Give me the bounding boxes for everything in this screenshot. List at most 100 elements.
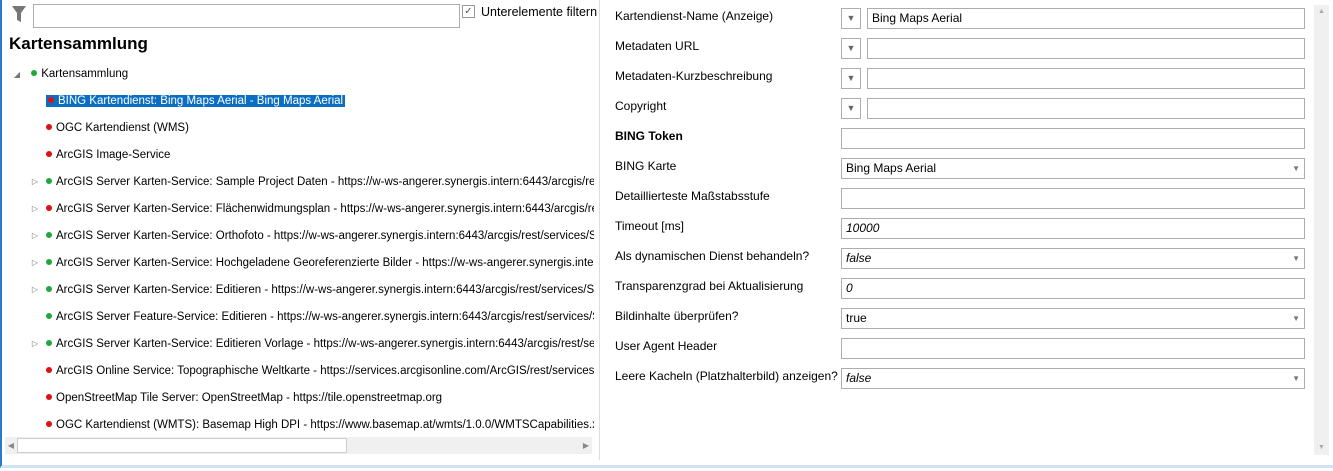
tree-item-label: ArcGIS Server Feature-Service: Editieren… (56, 311, 594, 323)
tree-item-label: ArcGIS Image-Service (56, 149, 171, 161)
property-select[interactable]: false ▼ (841, 368, 1305, 389)
status-dot-icon (46, 124, 52, 130)
chevron-down-icon[interactable]: ▼ (1292, 309, 1300, 328)
property-input[interactable] (867, 68, 1305, 89)
status-dot-icon (46, 286, 52, 292)
property-value: false (846, 371, 872, 385)
tree-item[interactable]: ArcGIS Server Feature-Service: Editieren… (46, 308, 594, 326)
property-value: Bing Maps Aerial (846, 161, 937, 175)
property-label: BING Karte (615, 159, 677, 173)
status-dot-icon (46, 151, 52, 157)
subfilter-checkbox[interactable]: ✓ (462, 5, 475, 18)
dropdown-button[interactable]: ▼ (841, 38, 861, 59)
dropdown-button[interactable]: ▼ (841, 98, 861, 119)
scroll-up-icon[interactable]: ▲ (1314, 5, 1329, 19)
expand-icon[interactable]: ▷ (30, 281, 40, 299)
property-input[interactable] (841, 338, 1305, 359)
expand-icon[interactable]: ▷ (30, 173, 40, 191)
tree-item-label: ArcGIS Server Karten-Service: Flächenwid… (56, 203, 594, 215)
tree-item-label: BING Kartendienst: Bing Maps Aerial - Bi… (58, 95, 344, 107)
status-dot-icon (46, 394, 52, 400)
scrollbar-thumb[interactable] (17, 438, 347, 453)
tree-item-label: ArcGIS Server Karten-Service: Hochgelade… (56, 257, 594, 269)
tree-item[interactable]: OpenStreetMap Tile Server: OpenStreetMap… (46, 389, 594, 407)
property-input[interactable] (841, 188, 1305, 209)
tree-item-label: ArcGIS Server Karten-Service: Editieren … (56, 284, 594, 296)
property-label: Detaillierteste Maßstabsstufe (615, 189, 770, 203)
chevron-down-icon[interactable]: ▼ (1292, 249, 1300, 268)
tree-item[interactable]: ArcGIS Image-Service (46, 146, 594, 164)
property-label: Metadaten-Kurzbeschreibung (615, 69, 773, 83)
scroll-left-icon[interactable]: ◀ (5, 437, 17, 454)
property-input[interactable]: 0 (841, 278, 1305, 299)
filter-input[interactable] (33, 4, 460, 28)
tree-item-label: OGC Kartendienst (WMS) (56, 122, 189, 134)
tree-item[interactable]: ArcGIS Server Karten-Service: Editieren … (46, 281, 594, 299)
status-dot-icon (31, 70, 38, 76)
dropdown-button[interactable]: ▼ (841, 8, 861, 29)
property-input[interactable] (841, 128, 1305, 149)
property-label: User Agent Header (615, 339, 718, 353)
tree-item[interactable]: ArcGIS Server Karten-Service: Editieren … (46, 335, 594, 353)
status-dot-icon (46, 313, 52, 319)
property-select[interactable]: true ▼ (841, 308, 1305, 329)
dropdown-button[interactable]: ▼ (841, 68, 861, 89)
property-value: false (846, 251, 872, 265)
property-select[interactable]: Bing Maps Aerial ▼ (841, 158, 1305, 179)
status-dot-icon (46, 205, 52, 211)
property-label: Copyright (615, 99, 667, 113)
subfilter-label: Unterelemente filtern (481, 5, 598, 19)
property-label: BING Token (615, 129, 683, 143)
tree-item[interactable]: ArcGIS Online Service: Topographische We… (46, 362, 594, 380)
chevron-down-icon[interactable]: ▼ (1292, 159, 1300, 178)
status-dot-icon (46, 259, 52, 265)
vertical-scrollbar[interactable]: ▲ ▼ (1314, 5, 1329, 455)
expand-icon[interactable]: ▷ (30, 200, 40, 218)
tree-item[interactable]: BING Kartendienst: Bing Maps Aerial - Bi… (46, 92, 594, 110)
property-label: Transparenzgrad bei Aktualisierung (615, 279, 804, 293)
expand-icon[interactable]: ▷ (30, 254, 40, 272)
status-dot-icon (46, 367, 52, 373)
tree-item[interactable]: ArcGIS Server Karten-Service: Hochgelade… (46, 254, 594, 272)
property-input[interactable]: 10000 (841, 218, 1305, 239)
property-input[interactable] (867, 38, 1305, 59)
tree-item-label: ArcGIS Server Karten-Service: Sample Pro… (56, 176, 594, 188)
property-value: Bing Maps Aerial (872, 11, 963, 25)
expand-icon[interactable]: ▷ (30, 227, 40, 245)
status-dot-icon (48, 97, 54, 103)
tree-root-label: Kartensammlung (41, 68, 129, 80)
tree-item[interactable]: OGC Kartendienst (WMS) (46, 119, 594, 137)
scroll-down-icon[interactable]: ▼ (1314, 441, 1329, 455)
filter-icon[interactable] (11, 5, 27, 23)
panel-title: Kartensammlung (9, 34, 148, 53)
status-dot-icon (46, 232, 52, 238)
tree-item-label: OGC Kartendienst (WMTS): Basemap High DP… (56, 419, 594, 431)
property-label: Timeout [ms] (615, 219, 684, 233)
tree-root[interactable]: ◢ Kartensammlung (10, 65, 128, 83)
tree-item-label: ArcGIS Server Karten-Service: Editieren … (56, 338, 594, 350)
chevron-down-icon[interactable]: ▼ (1292, 369, 1300, 388)
status-dot-icon (46, 421, 52, 427)
status-dot-icon (46, 178, 52, 184)
collapse-icon[interactable]: ◢ (10, 66, 24, 84)
tree-item[interactable]: OGC Kartendienst (WMTS): Basemap High DP… (46, 416, 594, 434)
tree-item-label: ArcGIS Server Karten-Service: Orthofoto … (56, 230, 594, 242)
property-value: 10000 (846, 221, 880, 235)
tree-item[interactable]: ArcGIS Server Karten-Service: Flächenwid… (46, 200, 594, 218)
property-select[interactable]: false ▼ (841, 248, 1305, 269)
scroll-right-icon[interactable]: ▶ (580, 437, 592, 454)
property-label: Bildinhalte überprüfen? (615, 309, 739, 323)
property-value: true (846, 311, 867, 325)
expand-icon[interactable]: ▷ (30, 335, 40, 353)
map-collection-panel: ✓ Unterelemente filtern Kartensammlung ◢… (2, 0, 598, 460)
property-label: Als dynamischen Dienst behandeln? (615, 249, 810, 263)
property-label: Metadaten URL (615, 39, 700, 53)
tree-item[interactable]: ArcGIS Server Karten-Service: Sample Pro… (46, 173, 594, 191)
tree-item[interactable]: ArcGIS Server Karten-Service: Orthofoto … (46, 227, 594, 245)
horizontal-scrollbar[interactable]: ◀ ▶ (5, 437, 592, 454)
property-label: Kartendienst-Name (Anzeige) (615, 9, 774, 23)
tree-item-label: ArcGIS Online Service: Topographische We… (56, 365, 594, 377)
property-input[interactable]: Bing Maps Aerial (867, 8, 1305, 29)
property-input[interactable] (867, 98, 1305, 119)
status-dot-icon (46, 340, 52, 346)
